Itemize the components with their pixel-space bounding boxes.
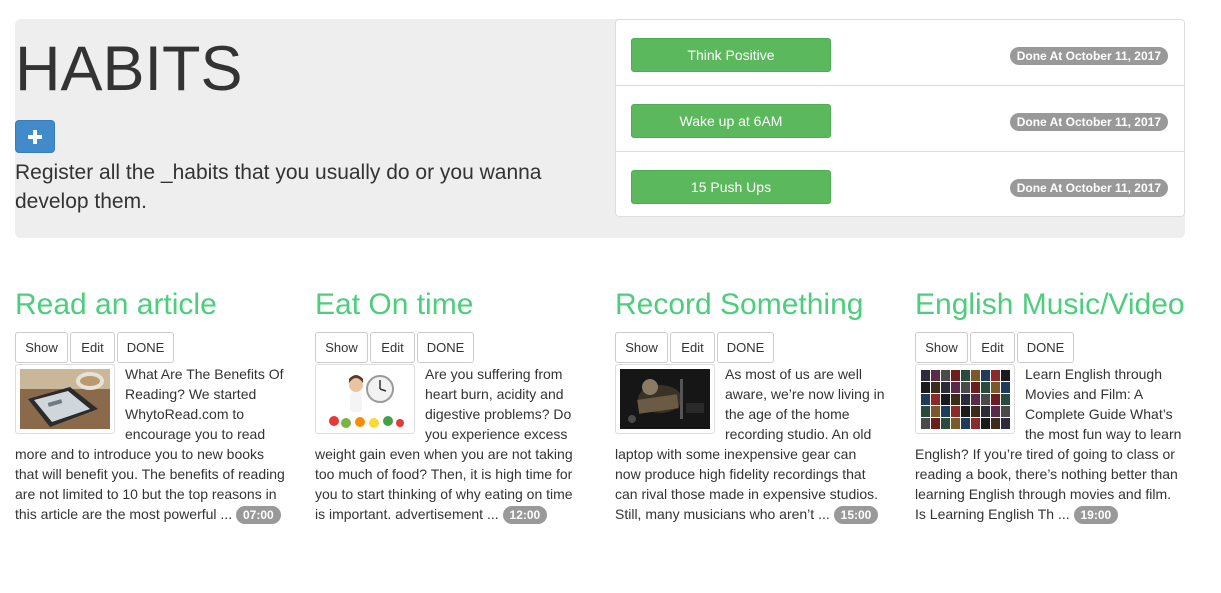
habit-card-actions: Show Edit DONE — [615, 332, 885, 363]
done-habits-list: Think Positive Done At October 11, 2017 … — [615, 19, 1185, 217]
edit-button[interactable]: Edit — [70, 332, 115, 363]
done-button[interactable]: DONE — [1017, 332, 1074, 363]
edit-button[interactable]: Edit — [670, 332, 715, 363]
done-list-item: 15 Push Ups Done At October 11, 2017 — [616, 152, 1184, 218]
habit-card-title[interactable]: Eat On time — [315, 288, 585, 322]
plus-icon — [28, 129, 42, 144]
habit-button-wake-up[interactable]: Wake up at 6AM — [631, 104, 831, 138]
habit-card-read-article: Read an article Show Edit DONE What Are … — [15, 288, 285, 525]
add-habit-button[interactable] — [15, 120, 55, 153]
time-badge: 07:00 — [235, 506, 281, 525]
woman-clock-thumbnail — [315, 364, 415, 434]
habit-card-title[interactable]: English Music/Video — [915, 288, 1185, 322]
done-date-badge: Done At October 11, 2017 — [1009, 47, 1168, 65]
tablet-reading-thumbnail — [15, 364, 115, 434]
habit-button-push-ups[interactable]: 15 Push Ups — [631, 170, 831, 204]
habit-card-body: Learn English through Movies and Film: A… — [915, 364, 1185, 525]
time-badge: 12:00 — [502, 506, 548, 525]
habits-header-panel: HABITS Register all the _habits that you… — [15, 19, 1185, 238]
habit-card-english-music-video: English Music/Video Show Edit DONE Learn… — [915, 288, 1185, 525]
edit-button[interactable]: Edit — [970, 332, 1015, 363]
show-button[interactable]: Show — [15, 332, 68, 363]
show-button[interactable]: Show — [615, 332, 668, 363]
page-description: Register all the _habits that you usuall… — [15, 161, 542, 213]
done-button[interactable]: DONE — [417, 332, 474, 363]
edit-button[interactable]: Edit — [370, 332, 415, 363]
habit-card-eat-on-time: Eat On time Show Edit DONE Are you suffe… — [315, 288, 585, 525]
habit-card-actions: Show Edit DONE — [15, 332, 285, 363]
habit-card-title[interactable]: Record Something — [615, 288, 885, 322]
recording-studio-thumbnail — [615, 364, 715, 434]
done-date-badge: Done At October 11, 2017 — [1009, 179, 1168, 197]
done-list-item: Think Positive Done At October 11, 2017 — [616, 20, 1184, 86]
habit-card-actions: Show Edit DONE — [915, 332, 1185, 363]
habit-card-body: As most of us are well aware, we’re now … — [615, 364, 885, 525]
done-button[interactable]: DONE — [117, 332, 174, 363]
habit-card-title[interactable]: Read an article — [15, 288, 285, 322]
time-badge: 19:00 — [1073, 506, 1119, 525]
habit-card-body: Are you suffering from heart burn, acidi… — [315, 364, 585, 525]
habit-button-think-positive[interactable]: Think Positive — [631, 38, 831, 72]
habit-card-actions: Show Edit DONE — [315, 332, 585, 363]
habit-card-record-something: Record Something Show Edit DONE As most … — [615, 288, 885, 525]
movie-posters-thumbnail — [915, 364, 1015, 434]
time-badge: 15:00 — [833, 506, 879, 525]
done-list-item: Wake up at 6AM Done At October 11, 2017 — [616, 86, 1184, 152]
show-button[interactable]: Show — [315, 332, 368, 363]
habit-card-body: What Are The Benefits Of Reading? We sta… — [15, 364, 285, 525]
show-button[interactable]: Show — [915, 332, 968, 363]
page-title: HABITS — [15, 34, 243, 104]
done-button[interactable]: DONE — [717, 332, 774, 363]
done-date-badge: Done At October 11, 2017 — [1009, 113, 1168, 131]
